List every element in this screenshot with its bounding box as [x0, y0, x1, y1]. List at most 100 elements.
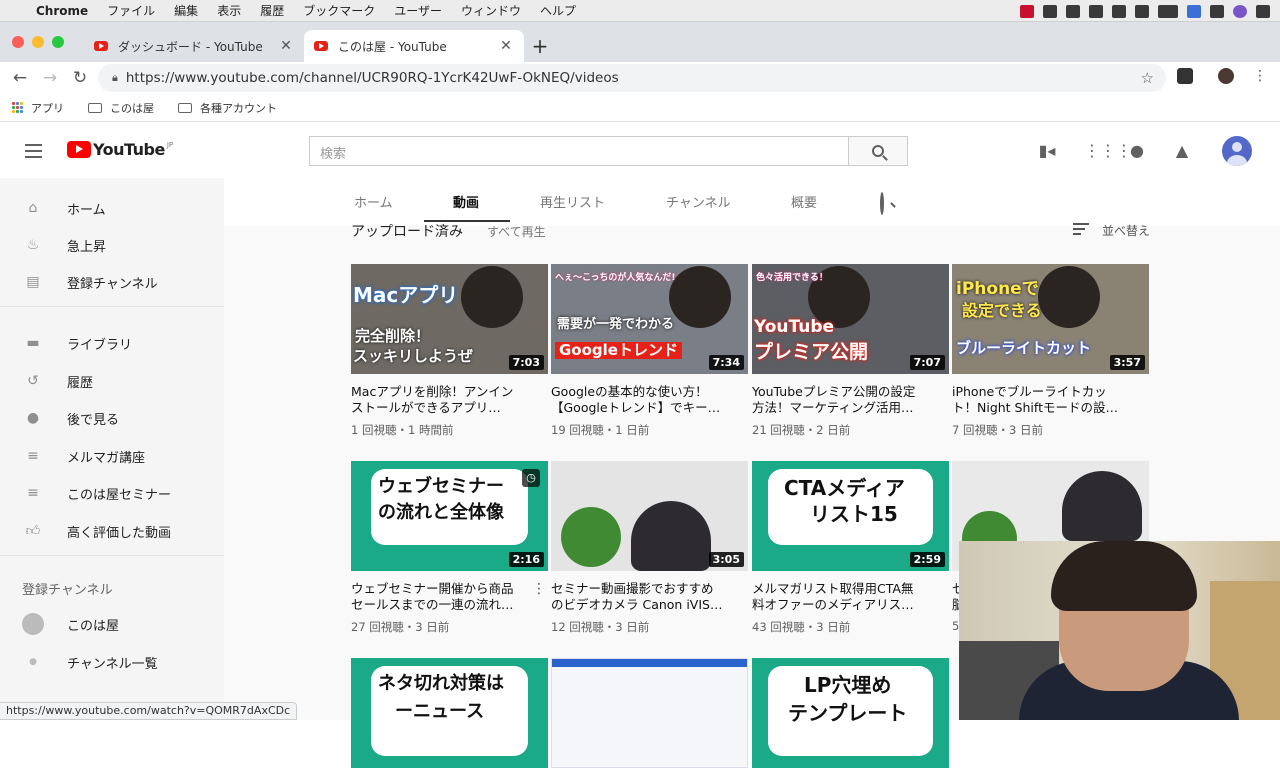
tray-app-icon[interactable] — [1020, 4, 1034, 18]
video-thumbnail[interactable]: Macアプリ 完全削除！ スッキリしようぜ 7:03 — [351, 264, 548, 374]
video-card[interactable]: CTAメディア リスト15 2:59 メルマガリスト取得用CTA無 料オファーのメ… — [752, 461, 949, 635]
search-input[interactable]: 検索 — [309, 136, 849, 166]
new-tab-icon[interactable]: + — [524, 30, 556, 62]
sidebar-item-library[interactable]: ▬ ライブラリ — [0, 325, 224, 361]
video-thumbnail[interactable]: 色々活用できる！ YouTube プレミア公開 7:07 — [752, 264, 949, 374]
menu-app-name[interactable]: Chrome — [36, 4, 88, 18]
menu-file[interactable]: ファイル — [107, 2, 155, 19]
input-source-icon[interactable] — [1187, 4, 1201, 18]
tab-videos[interactable]: 動画 — [453, 192, 479, 211]
video-card[interactable]: iPhoneで 設定できる ブルーライトカット 3:57 iPhoneでブルーラ… — [952, 264, 1149, 438]
tab-playlists[interactable]: 再生リスト — [540, 192, 605, 211]
clipboard-icon[interactable] — [1066, 4, 1080, 18]
video-thumbnail[interactable]: 3:05 — [551, 461, 748, 571]
video-thumbnail[interactable]: ウェブセミナー の流れと全体像 ◷ 2:16 — [351, 461, 548, 571]
video-thumbnail[interactable]: LP穴埋め テンプレート — [752, 658, 949, 768]
lock-icon[interactable]: 🔒︎ — [112, 71, 118, 85]
video-thumbnail[interactable]: へぇ〜こっちのが人気なんだ! 需要が一発でわかる Googleトレンド 7:34 — [551, 264, 748, 374]
tab-about[interactable]: 概要 — [791, 192, 817, 211]
sidebar-item-subscriptions[interactable]: ▤ 登録チャンネル — [0, 264, 224, 300]
sidebar-item-watch-later[interactable]: ● 後で見る — [0, 400, 224, 436]
video-thumbnail[interactable]: CTAメディア リスト15 2:59 — [752, 461, 949, 571]
video-title[interactable]: メルマガリスト取得用CTA無 料オファーのメディアリス… — [752, 581, 949, 613]
sidebar-sub-konohaya[interactable]: このは屋 — [0, 606, 224, 642]
close-window-icon[interactable] — [12, 36, 24, 48]
sidebar-item-liked-videos[interactable]: 👍︎ 高く評価した動画 — [0, 513, 224, 549]
menu-window[interactable]: ウィンドウ — [461, 2, 521, 19]
sidebar-sub-channel-list[interactable]: ● チャンネル一覧 — [0, 644, 224, 680]
tab-close-icon[interactable]: ✕ — [278, 38, 294, 54]
video-card[interactable]: ネタ切れ対策は ーニュース — [351, 658, 548, 768]
video-card[interactable]: へぇ〜こっちのが人気なんだ! 需要が一発でわかる Googleトレンド 7:34… — [551, 264, 748, 438]
forward-icon[interactable]: → — [35, 68, 65, 88]
reload-icon[interactable]: ↻ — [65, 68, 95, 88]
video-card[interactable]: 色々活用できる！ YouTube プレミア公開 7:07 YouTubeプレミア… — [752, 264, 949, 438]
siri-icon[interactable] — [1233, 4, 1247, 18]
dropbox-icon[interactable] — [1043, 4, 1057, 18]
tab-home[interactable]: ホーム — [354, 192, 393, 211]
video-thumbnail[interactable]: iPhoneで 設定できる ブルーライトカット 3:57 — [952, 264, 1149, 374]
sidebar-item-trending[interactable]: ♨ 急上昇 — [0, 227, 224, 263]
video-title[interactable]: Macアプリを削除！アンイン ストールができるアプリ… — [351, 384, 548, 416]
address-bar[interactable]: 🔒︎ https://www.youtube.com/channel/UCR90… — [98, 64, 1166, 92]
notification-center-icon[interactable] — [1256, 4, 1270, 18]
sidebar-item-playlist-mailmag[interactable]: ≡ メルマガ講座 — [0, 438, 224, 474]
thumbnail-text: 需要が一発でわかる — [557, 317, 675, 332]
zoom-window-icon[interactable] — [52, 36, 64, 48]
cloud-icon[interactable] — [1089, 4, 1103, 18]
sidebar-item-home[interactable]: ⌂ ホーム — [0, 190, 224, 226]
wifi-icon[interactable] — [1135, 4, 1149, 18]
tab-dashboard[interactable]: ダッシュボード - YouTube ✕ — [84, 30, 304, 62]
menu-edit[interactable]: 編集 — [174, 2, 198, 19]
menu-bookmarks[interactable]: ブックマーク — [303, 2, 375, 19]
menu-help[interactable]: ヘルプ — [540, 2, 576, 19]
account-avatar[interactable] — [1222, 136, 1252, 166]
play-all-link[interactable]: すべて再生 — [487, 223, 546, 240]
back-icon[interactable]: ← — [5, 68, 35, 88]
video-title[interactable]: ウェブセミナー開催から商品 セールスまでの一連の流れ… — [351, 581, 548, 613]
profile-avatar-icon[interactable] — [1218, 68, 1234, 84]
channel-search-icon[interactable] — [880, 192, 884, 215]
video-title[interactable]: iPhoneでブルーライトカッ ト！Night Shiftモードの設… — [952, 384, 1149, 416]
video-title[interactable]: Googleの基本的な使い方！ 【Googleトレンド】でキー… — [551, 384, 748, 416]
minimize-window-icon[interactable] — [32, 36, 44, 48]
video-card[interactable]: LP穴埋め テンプレート — [752, 658, 949, 768]
video-title[interactable]: セミナー動画撮影でおすすめ のビデオカメラ Canon iVIS… — [551, 581, 748, 613]
video-card[interactable] — [551, 658, 748, 768]
bluetooth-icon[interactable] — [1112, 4, 1126, 18]
bookmark-accounts[interactable]: 各種アカウント — [178, 100, 277, 116]
menu-view[interactable]: 表示 — [217, 2, 241, 19]
video-thumbnail[interactable]: ネタ切れ対策は ーニュース — [351, 658, 548, 768]
watch-later-icon[interactable]: ◷ — [522, 469, 540, 487]
sidebar-item-history[interactable]: ↺ 履歴 — [0, 363, 224, 399]
create-video-icon[interactable]: ▮◂ — [1038, 141, 1056, 160]
tab-channel[interactable]: このは屋 - YouTube ✕ — [304, 30, 524, 62]
video-card[interactable]: ウェブセミナー の流れと全体像 ◷ 2:16 ウェブセミナー開催から商品 セールス… — [351, 461, 548, 635]
bookmark-star-icon[interactable]: ☆ — [1141, 69, 1154, 87]
search-button[interactable] — [848, 136, 908, 166]
messages-icon[interactable]: ● — [1128, 141, 1146, 160]
extension-icon[interactable] — [1177, 68, 1193, 84]
bookmark-apps[interactable]: アプリ — [12, 100, 64, 116]
sort-button[interactable]: 並べ替え — [1073, 222, 1150, 239]
hamburger-menu-icon[interactable] — [25, 144, 42, 162]
tab-close-icon[interactable]: ✕ — [498, 38, 514, 54]
menu-user[interactable]: ユーザー — [394, 2, 442, 19]
video-thumbnail[interactable] — [551, 658, 748, 768]
more-actions-icon[interactable]: ⋮ — [532, 581, 546, 597]
battery-icon[interactable] — [1158, 4, 1178, 18]
menu-history[interactable]: 履歴 — [260, 2, 284, 19]
thumbnail-person — [669, 266, 731, 328]
chrome-menu-icon[interactable]: ⋮ — [1252, 68, 1268, 84]
apps-icon[interactable]: ⋮⋮⋮ — [1084, 141, 1132, 160]
spotlight-icon[interactable] — [1210, 4, 1224, 18]
thumbnail-text: リスト15 — [810, 502, 898, 526]
video-title[interactable]: YouTubeプレミア公開の設定 方法！マーケティング活用… — [752, 384, 949, 416]
notifications-bell-icon[interactable]: ▲ — [1173, 141, 1191, 160]
youtube-logo[interactable]: YouTube JP — [67, 140, 173, 159]
sidebar-item-playlist-seminar[interactable]: ≡ このは屋セミナー — [0, 475, 224, 511]
bookmark-konohaya[interactable]: このは屋 — [88, 100, 154, 116]
tab-channels[interactable]: チャンネル — [666, 192, 731, 211]
video-card[interactable]: 3:05 セミナー動画撮影でおすすめ のビデオカメラ Canon iVIS… 12… — [551, 461, 748, 635]
video-card[interactable]: Macアプリ 完全削除！ スッキリしようぜ 7:03 Macアプリを削除！アンイ… — [351, 264, 548, 438]
